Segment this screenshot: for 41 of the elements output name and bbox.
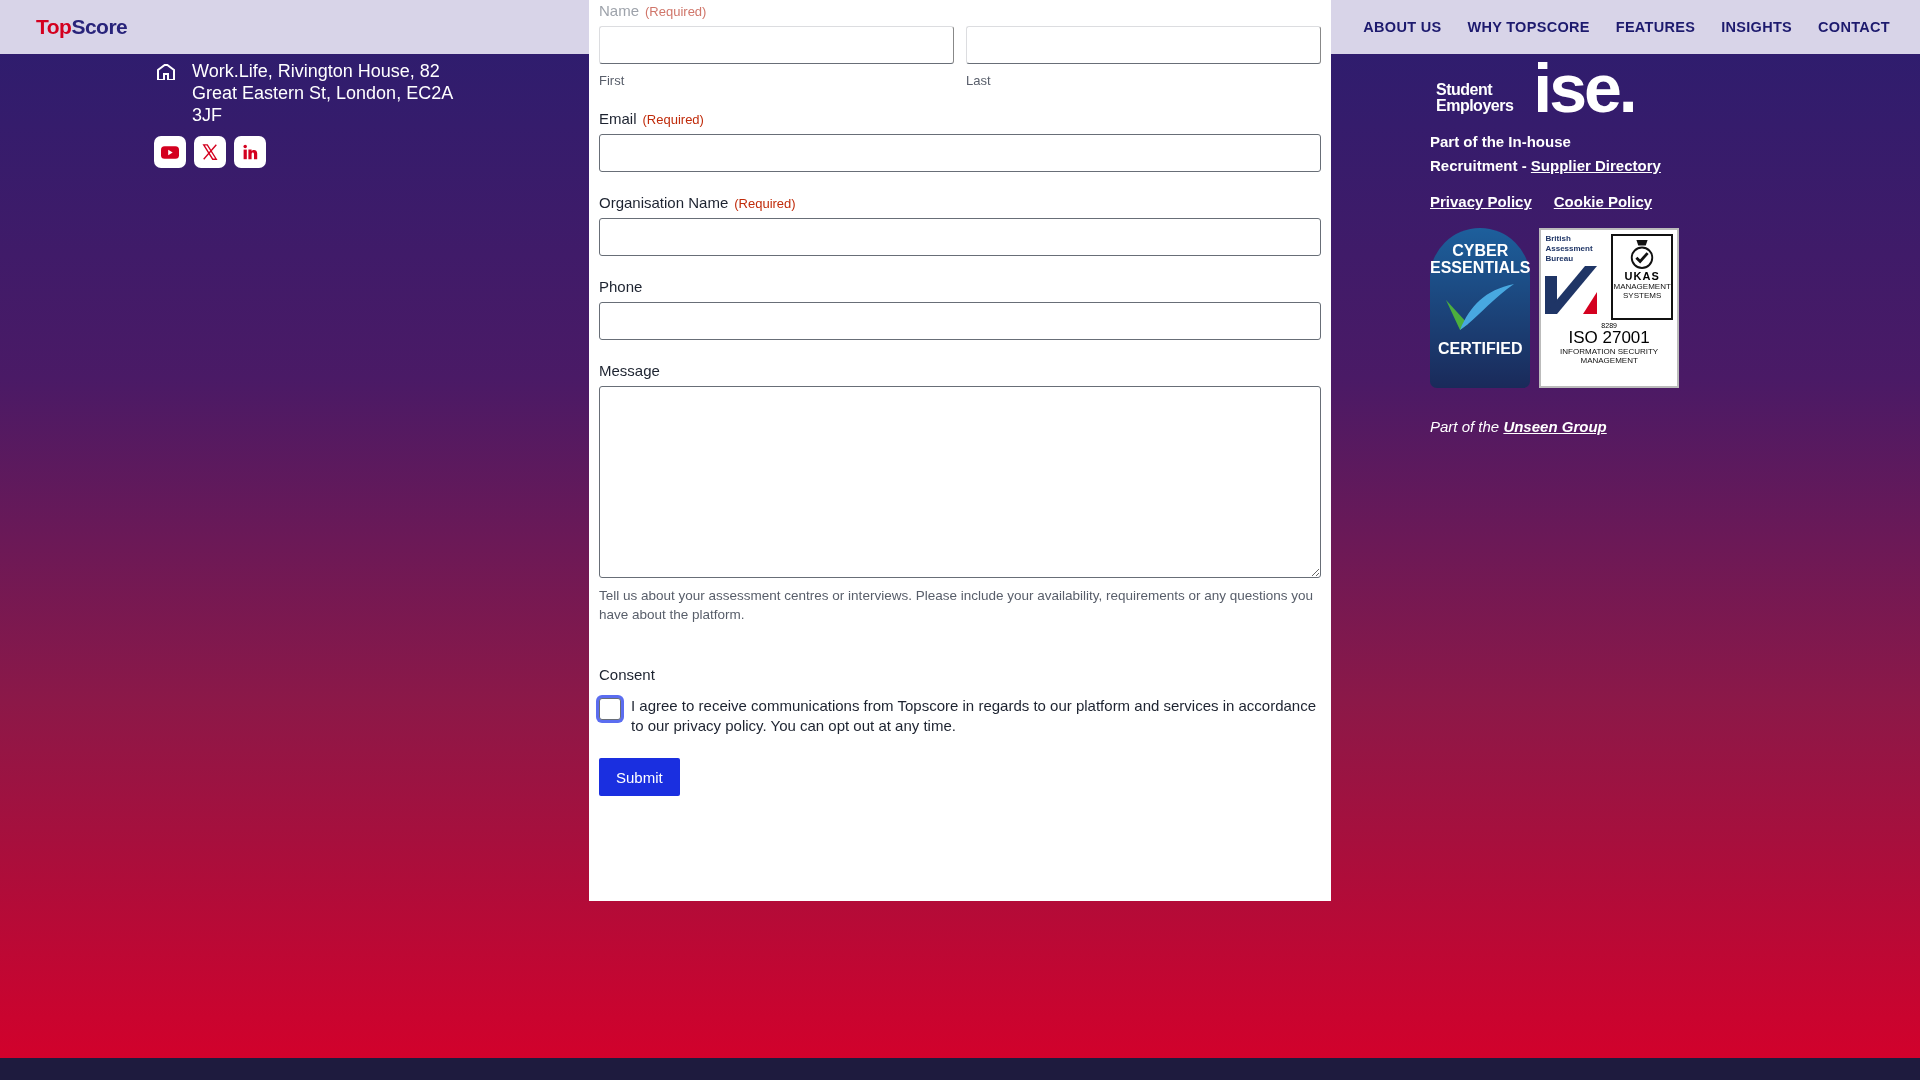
recruitment-text: Part of the In-house Recruitment - Supplier Directory: [1430, 132, 1661, 176]
consent-text: I agree to receive communications from Topscore in regards to our platform and services in accordance to our privacy policy. You can opt out at any time.: [631, 696, 1318, 736]
input-field[interactable]: [599, 218, 1321, 256]
sublabel: First: [599, 73, 626, 88]
x-button[interactable]: [194, 136, 226, 168]
nav-link[interactable]: FEATURES: [1615, 19, 1696, 35]
linkedin-button[interactable]: [234, 136, 266, 168]
submit-button[interactable]: Submit: [599, 758, 680, 796]
nav-link[interactable]: ABOUT US: [1363, 19, 1442, 35]
input-field[interactable]: [599, 302, 1321, 340]
input-field[interactable]: [599, 134, 1321, 172]
topscore-logo[interactable]: TopScore: [36, 15, 128, 39]
field-label: Email: [599, 110, 637, 127]
field-label: Organisation Name: [599, 194, 729, 211]
ise-logo: Student Employers ise.: [1436, 60, 1635, 116]
youtube-button[interactable]: [154, 136, 186, 168]
x-icon: [201, 143, 219, 161]
nav-link[interactable]: INSIGHTS: [1721, 19, 1793, 35]
required-note: (Required): [645, 4, 707, 19]
policy-link[interactable]: Privacy Policy: [1430, 190, 1532, 214]
youtube-icon: [161, 145, 179, 159]
required-note: (Required): [642, 112, 704, 127]
linkedin-icon: [242, 144, 258, 160]
address-text: Work.Life, Rivington House, 82 Great Eastern St, London, EC2A 3JF: [192, 60, 454, 126]
supplier-directory-link[interactable]: Supplier Directory: [1530, 157, 1661, 174]
message-field[interactable]: [599, 386, 1321, 578]
cyber-essentials-badge: CYBER ESSENTIALS CERTIFIED: [1430, 228, 1531, 388]
consent-label: Consent: [599, 666, 655, 683]
field-description: Tell us about your assessment centres or interviews. Please include your availability, requirements or any questions you have about the platform.: [599, 587, 1315, 624]
home-icon: [156, 64, 176, 80]
field-label: Phone: [599, 278, 643, 295]
sublabel: Last: [966, 73, 992, 88]
nav-link[interactable]: WHY TOPSCORE: [1467, 19, 1590, 35]
required-note: (Required): [734, 196, 796, 211]
policy-link[interactable]: Cookie Policy: [1553, 190, 1653, 214]
consent-checkbox[interactable]: [599, 698, 621, 720]
group-text: Part of the Unseen Group: [1430, 418, 1608, 435]
field-label: Name: [599, 2, 639, 19]
unseen-group-link[interactable]: Unseen Group: [1503, 418, 1607, 435]
nav-link[interactable]: CONTACT: [1818, 19, 1890, 35]
field-label: Message: [599, 362, 660, 379]
